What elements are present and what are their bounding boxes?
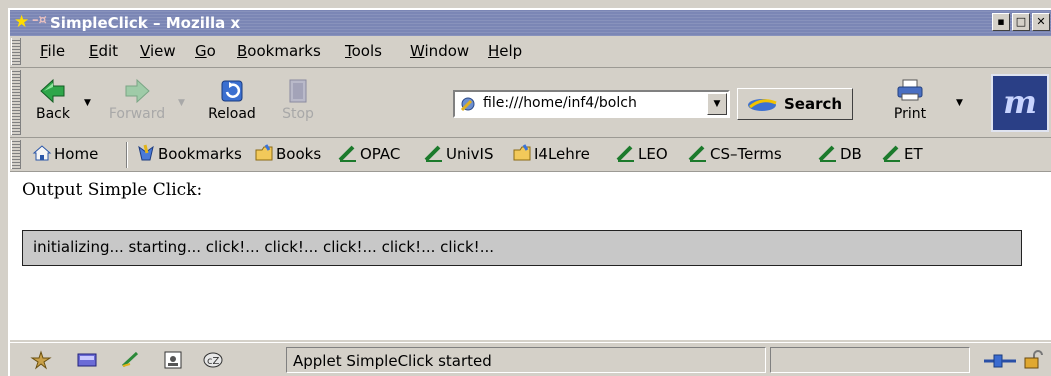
- bookmark-link-icon: [338, 145, 356, 162]
- toolbar-grip[interactable]: [11, 38, 21, 65]
- page-proxy-icon: [460, 97, 475, 112]
- bookmark-bookmarks[interactable]: Bookmarks: [136, 144, 242, 163]
- bookmark-link-icon: [882, 145, 900, 162]
- bookmark-link-icon: [818, 145, 836, 162]
- mail-icon[interactable]: [76, 350, 98, 370]
- status-bar: cZ Applet SimpleClick started: [10, 342, 1051, 376]
- search-button[interactable]: Search: [737, 88, 853, 120]
- forward-dropdown-icon[interactable]: ▼: [178, 98, 185, 108]
- mozilla-star-icon: ★: [14, 12, 30, 32]
- menu-mnemonic: G: [195, 42, 207, 60]
- menu-label-rest: indow: [424, 42, 470, 60]
- titlebar-pin-icon: –¤: [32, 13, 47, 28]
- menu-go[interactable]: Go: [195, 42, 216, 60]
- addressbook-icon[interactable]: [162, 350, 184, 370]
- stop-icon: [289, 79, 307, 103]
- chatzilla-icon[interactable]: cZ: [202, 350, 224, 370]
- menu-label-rest: o: [206, 42, 216, 60]
- navigation-toolbar: Back ▼ Forward ▼ Reload Stop file:///hom…: [10, 68, 1051, 138]
- toolbar-separator: [126, 142, 128, 168]
- menu-file[interactable]: File: [40, 42, 65, 60]
- security-lock-icon[interactable]: [1022, 349, 1044, 371]
- menu-label-rest: ile: [47, 42, 66, 60]
- menu-view[interactable]: View: [140, 42, 176, 60]
- bookmark-univis[interactable]: UnivIS: [424, 144, 493, 163]
- menu-mnemonic: F: [40, 42, 48, 60]
- maximize-button[interactable]: □: [1012, 13, 1030, 31]
- reload-button[interactable]: Reload: [200, 74, 264, 132]
- menu-mnemonic: B: [237, 42, 248, 60]
- menu-window[interactable]: Window: [410, 42, 469, 60]
- close-button[interactable]: ✕: [1032, 13, 1050, 31]
- window-title: SimpleClick – Mozilla x: [50, 14, 241, 32]
- svg-text:cZ: cZ: [207, 356, 219, 367]
- menu-mnemonic: H: [488, 42, 500, 60]
- search-icon: [748, 99, 777, 111]
- bookmarks-icon: [138, 144, 154, 161]
- printer-icon: [897, 79, 923, 101]
- menu-label-rest: ools: [351, 42, 382, 60]
- print-dropdown-icon[interactable]: ▼: [956, 98, 963, 108]
- menu-bookmarks[interactable]: Bookmarks: [237, 42, 321, 60]
- url-field[interactable]: file:///home/inf4/bolch ▼: [453, 90, 730, 118]
- back-button[interactable]: Back: [28, 74, 78, 132]
- menu-label-rest: iew: [149, 42, 176, 60]
- bookmark-link-icon: [616, 145, 634, 162]
- bookmark-et[interactable]: ET: [882, 144, 923, 163]
- personal-toolbar: Home Bookmarks Books OPAC UnivIS I4Lehre…: [10, 138, 1051, 172]
- bookmark-link-icon: [688, 145, 706, 162]
- forward-arrow-icon: [125, 78, 150, 104]
- forward-button[interactable]: Forward: [102, 74, 172, 132]
- mozilla-throbber-logo[interactable]: m: [991, 74, 1049, 132]
- bookmark-home[interactable]: Home: [32, 144, 98, 163]
- menu-mnemonic: V: [140, 42, 150, 60]
- menu-help[interactable]: Help: [488, 42, 522, 60]
- status-text: Applet SimpleClick started: [293, 352, 492, 370]
- title-bar[interactable]: ★ –¤ SimpleClick – Mozilla x ▪ □ ✕: [10, 10, 1051, 36]
- menu-mnemonic: W: [410, 42, 425, 60]
- page-heading: Output Simple Click:: [22, 180, 203, 200]
- print-button[interactable]: Print: [880, 74, 940, 132]
- menu-label-rest: elp: [499, 42, 523, 60]
- navigator-icon[interactable]: [30, 350, 52, 370]
- bookmark-opac[interactable]: OPAC: [338, 144, 400, 163]
- url-dropdown-button[interactable]: ▼: [707, 93, 727, 115]
- menu-bar: File Edit View Go Bookmarks Tools Window…: [10, 36, 1051, 68]
- home-icon: [32, 145, 52, 161]
- menu-edit[interactable]: Edit: [89, 42, 118, 60]
- toolbar-grip[interactable]: [11, 140, 21, 169]
- online-offline-icon[interactable]: [982, 351, 1018, 371]
- bookmark-link-icon: [424, 145, 442, 162]
- menu-tools[interactable]: Tools: [345, 42, 382, 60]
- composer-icon[interactable]: [120, 350, 142, 370]
- bookmark-db[interactable]: DB: [818, 144, 862, 163]
- folder-icon: [513, 144, 531, 161]
- back-dropdown-icon[interactable]: ▼: [84, 98, 91, 108]
- back-arrow-icon: [40, 78, 65, 104]
- applet-output-text: initializing... starting... click!... cl…: [33, 238, 495, 256]
- bookmark-leo[interactable]: LEO: [616, 144, 668, 163]
- menu-mnemonic: T: [345, 42, 352, 60]
- menu-label-rest: dit: [98, 42, 119, 60]
- toolbar-grip[interactable]: [11, 70, 21, 135]
- minimize-button[interactable]: ▪: [992, 13, 1010, 31]
- applet-output-area[interactable]: initializing... starting... click!... cl…: [22, 230, 1022, 266]
- status-text-panel: Applet SimpleClick started: [286, 347, 766, 373]
- folder-icon: [255, 144, 273, 161]
- page-content[interactable]: Output Simple Click: initializing... sta…: [10, 172, 1051, 340]
- reload-icon: [221, 80, 243, 102]
- progress-panel: [770, 347, 970, 373]
- bookmark-cs-terms[interactable]: CS–Terms: [688, 144, 782, 163]
- menu-label-rest: ookmarks: [247, 42, 321, 60]
- bookmark-i4lehre[interactable]: I4Lehre: [512, 144, 590, 163]
- bookmark-books[interactable]: Books: [254, 144, 321, 163]
- stop-button[interactable]: Stop: [270, 74, 326, 132]
- browser-window: ★ –¤ SimpleClick – Mozilla x ▪ □ ✕ File …: [8, 8, 1051, 376]
